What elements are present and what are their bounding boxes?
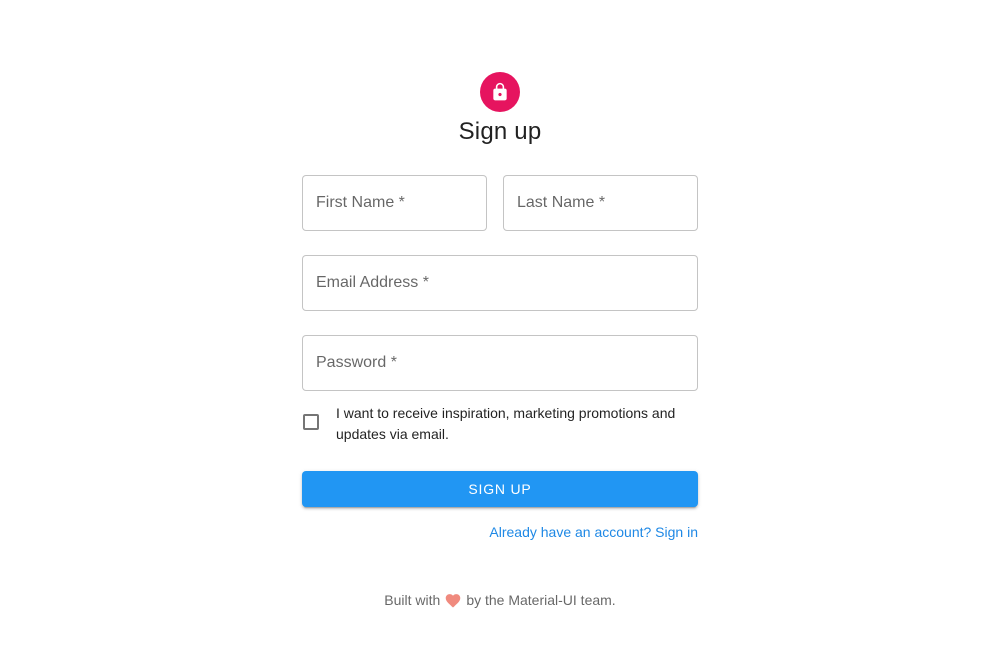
marketing-checkbox[interactable] [303, 414, 319, 430]
page-title: Sign up [458, 118, 542, 145]
email-field[interactable]: Email Address * [302, 255, 698, 311]
password-input[interactable] [303, 336, 697, 390]
footer-suffix: by the Material-UI team. [466, 592, 616, 608]
sign-in-link[interactable]: Already have an account? Sign in [489, 524, 698, 540]
first-name-field[interactable]: First Name * [302, 175, 487, 231]
lock-avatar [480, 72, 520, 112]
footer: Built with by the Material-UI team. [0, 592, 1000, 611]
sign-up-button[interactable]: Sign Up [302, 471, 698, 507]
password-field[interactable]: Password * [302, 335, 698, 391]
last-name-field[interactable]: Last Name * [503, 175, 698, 231]
signup-page: Sign up First Name * Last Name * Email A… [0, 0, 1000, 650]
lock-icon [493, 82, 507, 101]
heart-icon [444, 592, 462, 611]
first-name-input[interactable] [303, 176, 486, 230]
email-input[interactable] [303, 256, 697, 310]
last-name-input[interactable] [504, 176, 697, 230]
footer-prefix: Built with [384, 592, 441, 608]
marketing-checkbox-label[interactable]: I want to receive inspiration, marketing… [336, 403, 676, 445]
marketing-consent: I want to receive inspiration, marketing… [302, 402, 698, 446]
